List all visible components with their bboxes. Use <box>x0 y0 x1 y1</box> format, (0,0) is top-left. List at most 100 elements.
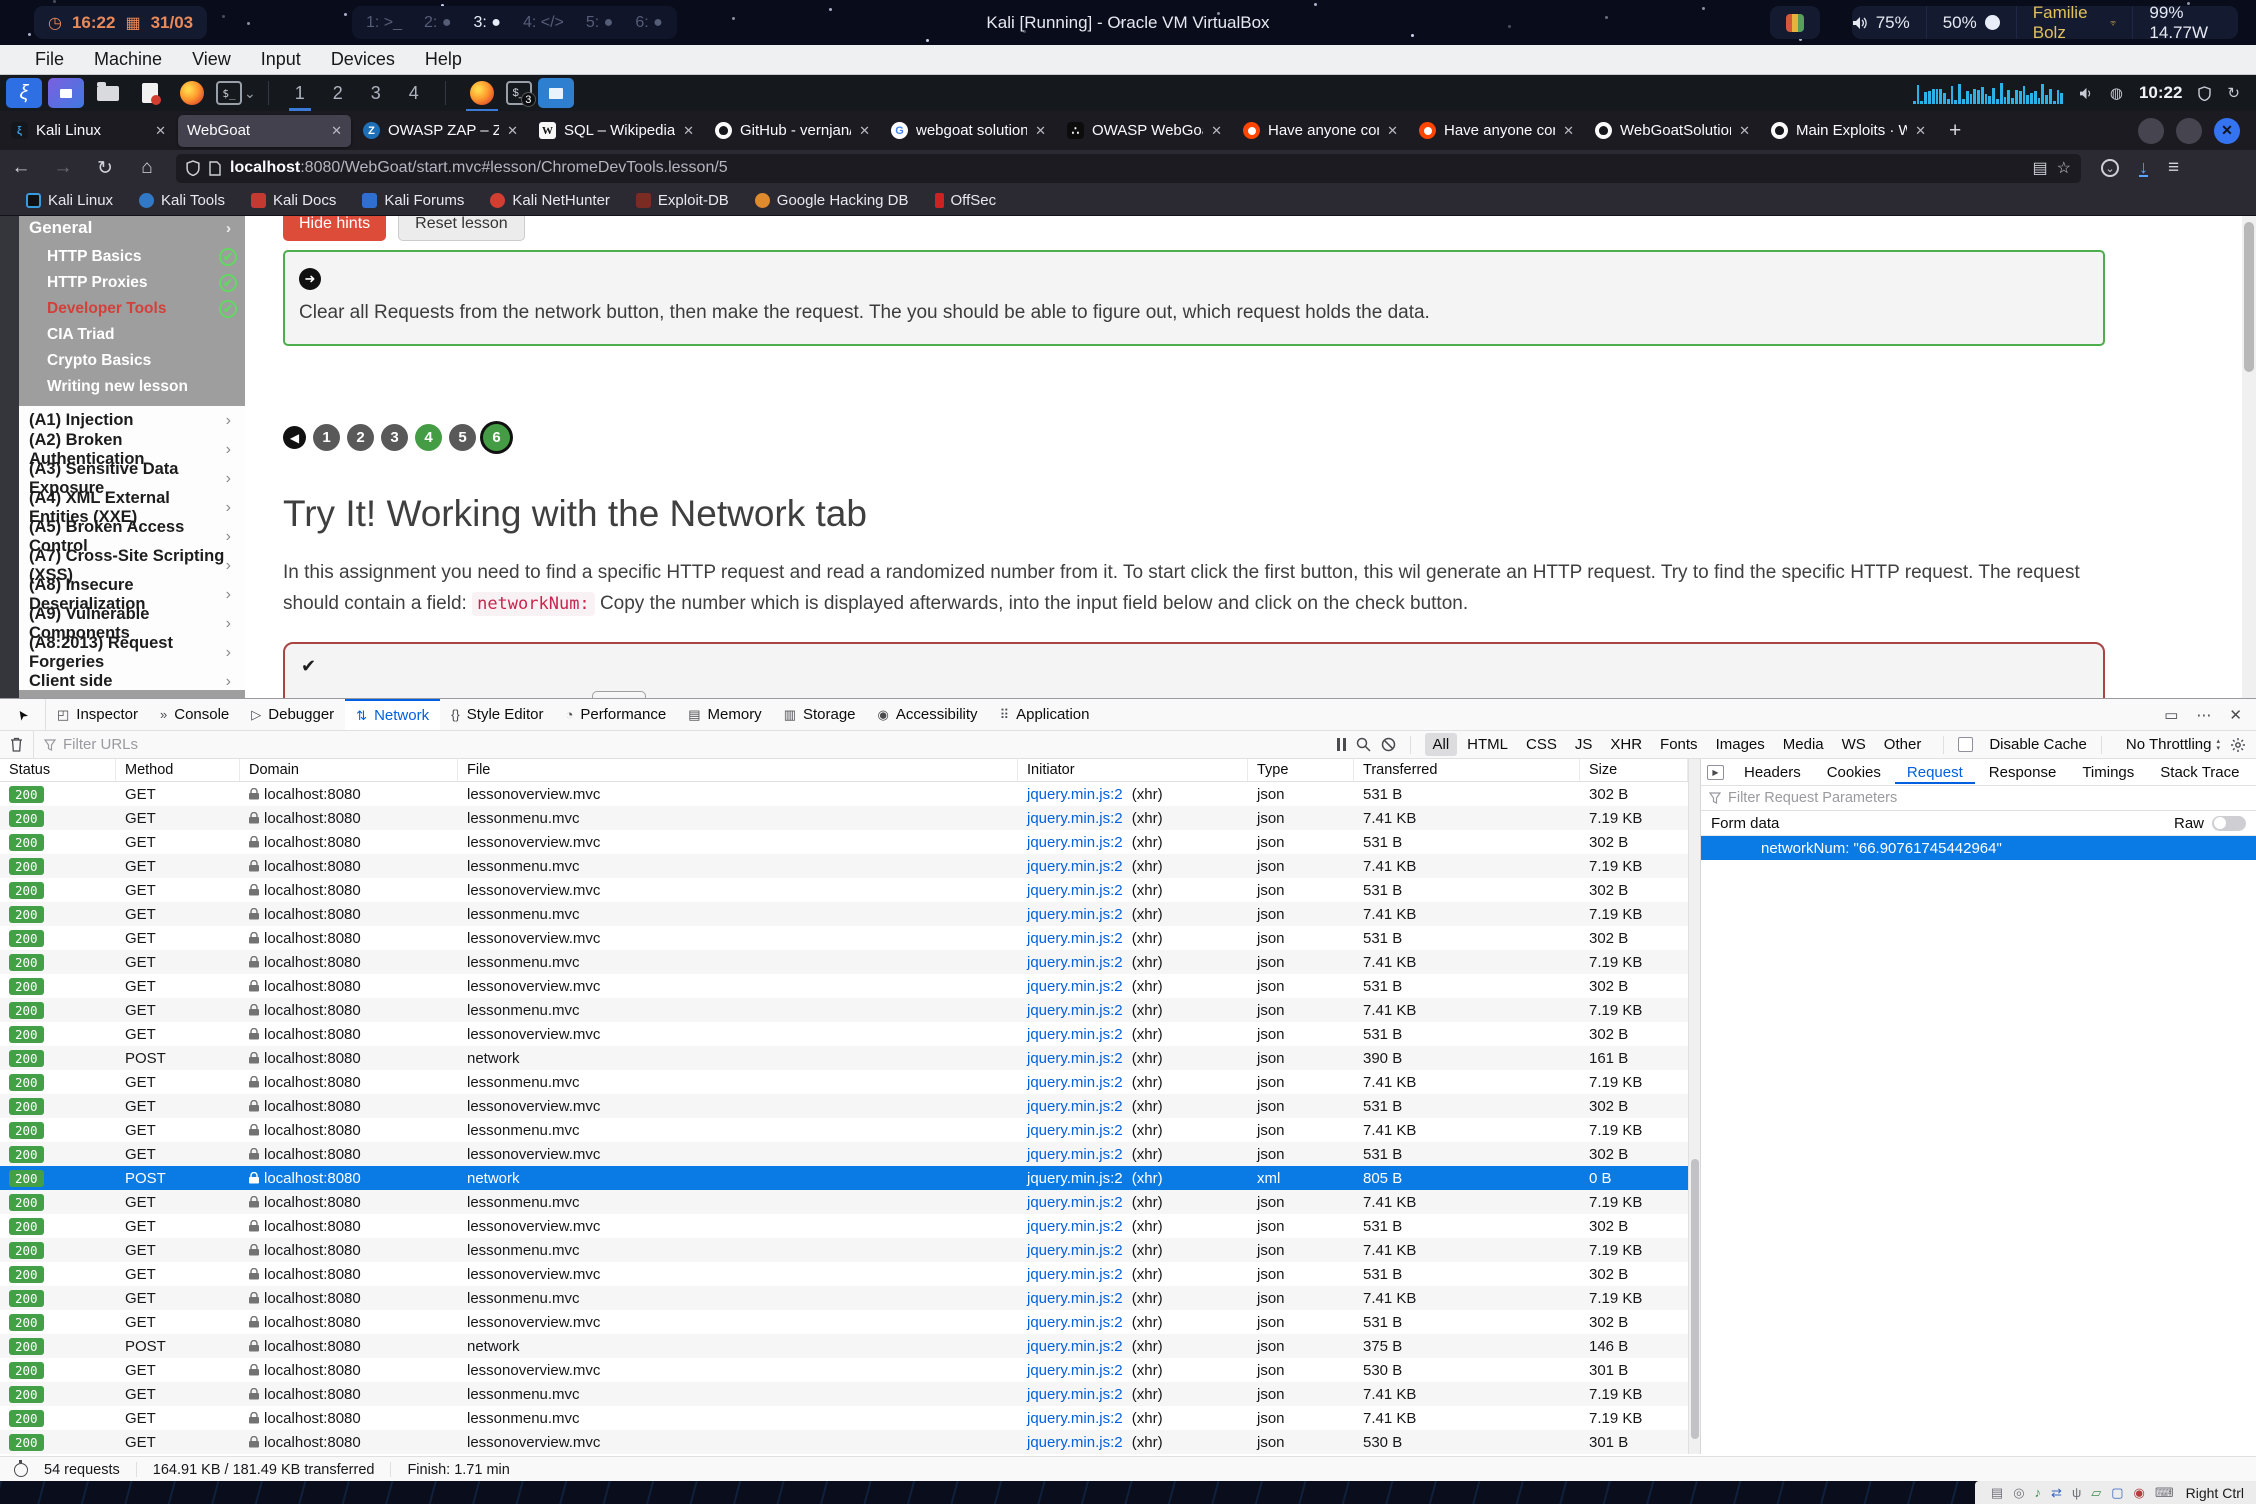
filter-other[interactable]: Other <box>1876 733 1930 756</box>
host-workspace[interactable]: 3: ● <box>473 14 500 32</box>
initiator-link[interactable]: jquery.min.js:2 <box>1027 1362 1123 1379</box>
pause-log-icon[interactable] <box>1337 738 1346 751</box>
network-request-row[interactable]: 200POSTlocalhost:8080networkjquery.min.j… <box>0 1046 1688 1070</box>
initiator-link[interactable]: jquery.min.js:2 <box>1027 1146 1123 1163</box>
menubar-item-machine[interactable]: Machine <box>79 49 177 70</box>
request-panel-tab-response[interactable]: Response <box>1977 761 2069 784</box>
next-hint-icon[interactable]: ➜ <box>299 268 321 290</box>
request-panel-tab-stack-trace[interactable]: Stack Trace <box>2148 761 2251 784</box>
downloads-icon[interactable]: ↓ <box>2139 159 2148 177</box>
block-requests-icon[interactable] <box>1381 737 1396 752</box>
clear-requests-button[interactable] <box>0 731 34 758</box>
host-workspace[interactable]: 2: ● <box>424 14 451 32</box>
network-indicator[interactable]: Internet Familie Bolz (66%) <box>2016 6 2133 39</box>
tab-close-icon[interactable]: ✕ <box>1035 123 1046 139</box>
browser-tab[interactable]: GitHub - vernjan/we✕ <box>706 115 879 147</box>
page-pill[interactable]: 4 <box>415 424 442 451</box>
host-workspace[interactable]: 5: ● <box>586 14 613 32</box>
page-scrollbar[interactable] <box>2242 216 2256 698</box>
column-header-type[interactable]: Type <box>1248 759 1354 781</box>
filter-all[interactable]: All <box>1425 733 1458 756</box>
browser-tab[interactable]: Main Exploits · WebG✕ <box>1762 115 1935 147</box>
go-button[interactable]: Go! <box>592 691 645 698</box>
browser-tab[interactable]: ZOWASP ZAP – ZAP i✕ <box>354 115 527 147</box>
responsive-design-icon[interactable]: ▭ <box>2164 706 2178 724</box>
network-request-row[interactable]: 200GETlocalhost:8080lessonmenu.mvcjquery… <box>0 1286 1688 1310</box>
column-header-status[interactable]: Status <box>0 759 116 781</box>
network-request-row[interactable]: 200GETlocalhost:8080lessonoverview.mvcjq… <box>0 1262 1688 1286</box>
menubar-item-devices[interactable]: Devices <box>316 49 410 70</box>
request-panel-tab-cookies[interactable]: Cookies <box>1815 761 1893 784</box>
page-info-icon[interactable] <box>209 161 221 176</box>
hamburger-menu-icon[interactable]: ≡ <box>2168 157 2179 179</box>
back-button[interactable]: ← <box>0 157 42 179</box>
keyboard-layout-indicator[interactable] <box>1770 6 1820 39</box>
filter-media[interactable]: Media <box>1775 733 1832 756</box>
throttling-dropdown[interactable]: No Throttling ▴▾ <box>2126 736 2220 753</box>
network-request-row[interactable]: 200GETlocalhost:8080lessonoverview.mvcjq… <box>0 974 1688 998</box>
tracking-shield-icon[interactable] <box>186 160 200 176</box>
column-header-domain[interactable]: Domain <box>240 759 458 781</box>
firefox-launcher-icon[interactable] <box>174 78 210 108</box>
pocket-icon[interactable]: ⌄ <box>2101 159 2119 177</box>
page-pill[interactable]: 2 <box>347 424 374 451</box>
tray-speaker-icon[interactable] <box>2079 87 2094 100</box>
host-workspace[interactable]: 6: ● <box>635 14 662 32</box>
initiator-link[interactable]: jquery.min.js:2 <box>1027 810 1123 827</box>
initiator-link[interactable]: jquery.min.js:2 <box>1027 786 1123 803</box>
initiator-link[interactable]: jquery.min.js:2 <box>1027 1098 1123 1115</box>
filter-fonts[interactable]: Fonts <box>1652 733 1706 756</box>
bookmark-item[interactable]: Exploit-DB <box>636 192 729 209</box>
host-workspace[interactable]: 1: >_ <box>366 14 402 32</box>
url-bar[interactable]: localhost:8080/WebGoat/start.mvc#lesson/… <box>176 154 2081 183</box>
tab-close-icon[interactable]: ✕ <box>859 123 870 139</box>
sidebar-lesson-item[interactable]: Writing new lesson <box>19 374 245 400</box>
resend-request-icon[interactable]: ▶ <box>1707 765 1724 780</box>
initiator-link[interactable]: jquery.min.js:2 <box>1027 1434 1123 1451</box>
devtools-tab-inspector[interactable]: ◰Inspector <box>46 699 149 730</box>
menubar-item-view[interactable]: View <box>177 49 246 70</box>
disable-cache-checkbox[interactable] <box>1958 737 1973 752</box>
request-panel-tab-request[interactable]: Request <box>1895 761 1975 784</box>
sidebar-lesson-item[interactable]: HTTP Proxies✔ <box>19 270 245 296</box>
network-request-row[interactable]: 200GETlocalhost:8080lessonoverview.mvcjq… <box>0 1358 1688 1382</box>
tab-close-icon[interactable]: ✕ <box>155 123 166 139</box>
initiator-link[interactable]: jquery.min.js:2 <box>1027 1170 1123 1187</box>
network-request-row[interactable]: 200GETlocalhost:8080lessonoverview.mvcjq… <box>0 926 1688 950</box>
bookmark-item[interactable]: Kali NetHunter <box>490 192 610 209</box>
close-devtools-icon[interactable]: ✕ <box>2229 706 2242 724</box>
network-request-row[interactable]: 200GETlocalhost:8080lessonmenu.mvcjquery… <box>0 1382 1688 1406</box>
filter-xhr[interactable]: XHR <box>1602 733 1650 756</box>
request-panel-tab-headers[interactable]: Headers <box>1732 761 1813 784</box>
page-pill[interactable]: 5 <box>449 424 476 451</box>
sidebar-lesson-item[interactable]: HTTP Basics✔ <box>19 244 245 270</box>
terminal-running-task[interactable]: $_3 <box>506 81 532 105</box>
network-request-row[interactable]: 200GETlocalhost:8080lessonoverview.mvcjq… <box>0 1142 1688 1166</box>
initiator-link[interactable]: jquery.min.js:2 <box>1027 882 1123 899</box>
taskbar-workspace[interactable]: 2 <box>319 75 357 111</box>
network-request-row[interactable]: 200POSTlocalhost:8080networkjquery.min.j… <box>0 1166 1688 1190</box>
column-header-transferred[interactable]: Transferred <box>1354 759 1580 781</box>
filter-html[interactable]: HTML <box>1459 733 1516 756</box>
column-header-initiator[interactable]: Initiator <box>1018 759 1248 781</box>
devtools-tab-application[interactable]: ⠿Application <box>989 699 1101 730</box>
initiator-link[interactable]: jquery.min.js:2 <box>1027 1074 1123 1091</box>
chevron-down-icon[interactable]: ⌄ <box>244 85 256 102</box>
tab-close-icon[interactable]: ✕ <box>683 123 694 139</box>
taskbar-workspace[interactable]: 4 <box>395 75 433 111</box>
close-window-button[interactable]: ✕ <box>2214 118 2240 144</box>
raw-toggle[interactable] <box>2212 816 2246 831</box>
bookmark-item[interactable]: Kali Forums <box>362 192 464 209</box>
browser-tab[interactable]: WSQL – Wikipedia✕ <box>530 115 703 147</box>
browser-tab[interactable]: Gwebgoat solutions -✕ <box>882 115 1055 147</box>
forward-button[interactable]: → <box>42 157 84 179</box>
previous-page-button[interactable]: ◀ <box>283 426 306 449</box>
initiator-link[interactable]: jquery.min.js:2 <box>1027 1194 1123 1211</box>
network-request-row[interactable]: 200GETlocalhost:8080lessonoverview.mvcjq… <box>0 830 1688 854</box>
taskbar-workspace[interactable]: 3 <box>357 75 395 111</box>
initiator-link[interactable]: jquery.min.js:2 <box>1027 1290 1123 1307</box>
browser-tab[interactable]: WebGoatSolutions/S✕ <box>1586 115 1759 147</box>
form-data-section-header[interactable]: Form data Raw <box>1701 811 2256 836</box>
text-editor-icon[interactable] <box>132 78 168 108</box>
network-request-row[interactable]: 200GETlocalhost:8080lessonmenu.mvcjquery… <box>0 1238 1688 1262</box>
